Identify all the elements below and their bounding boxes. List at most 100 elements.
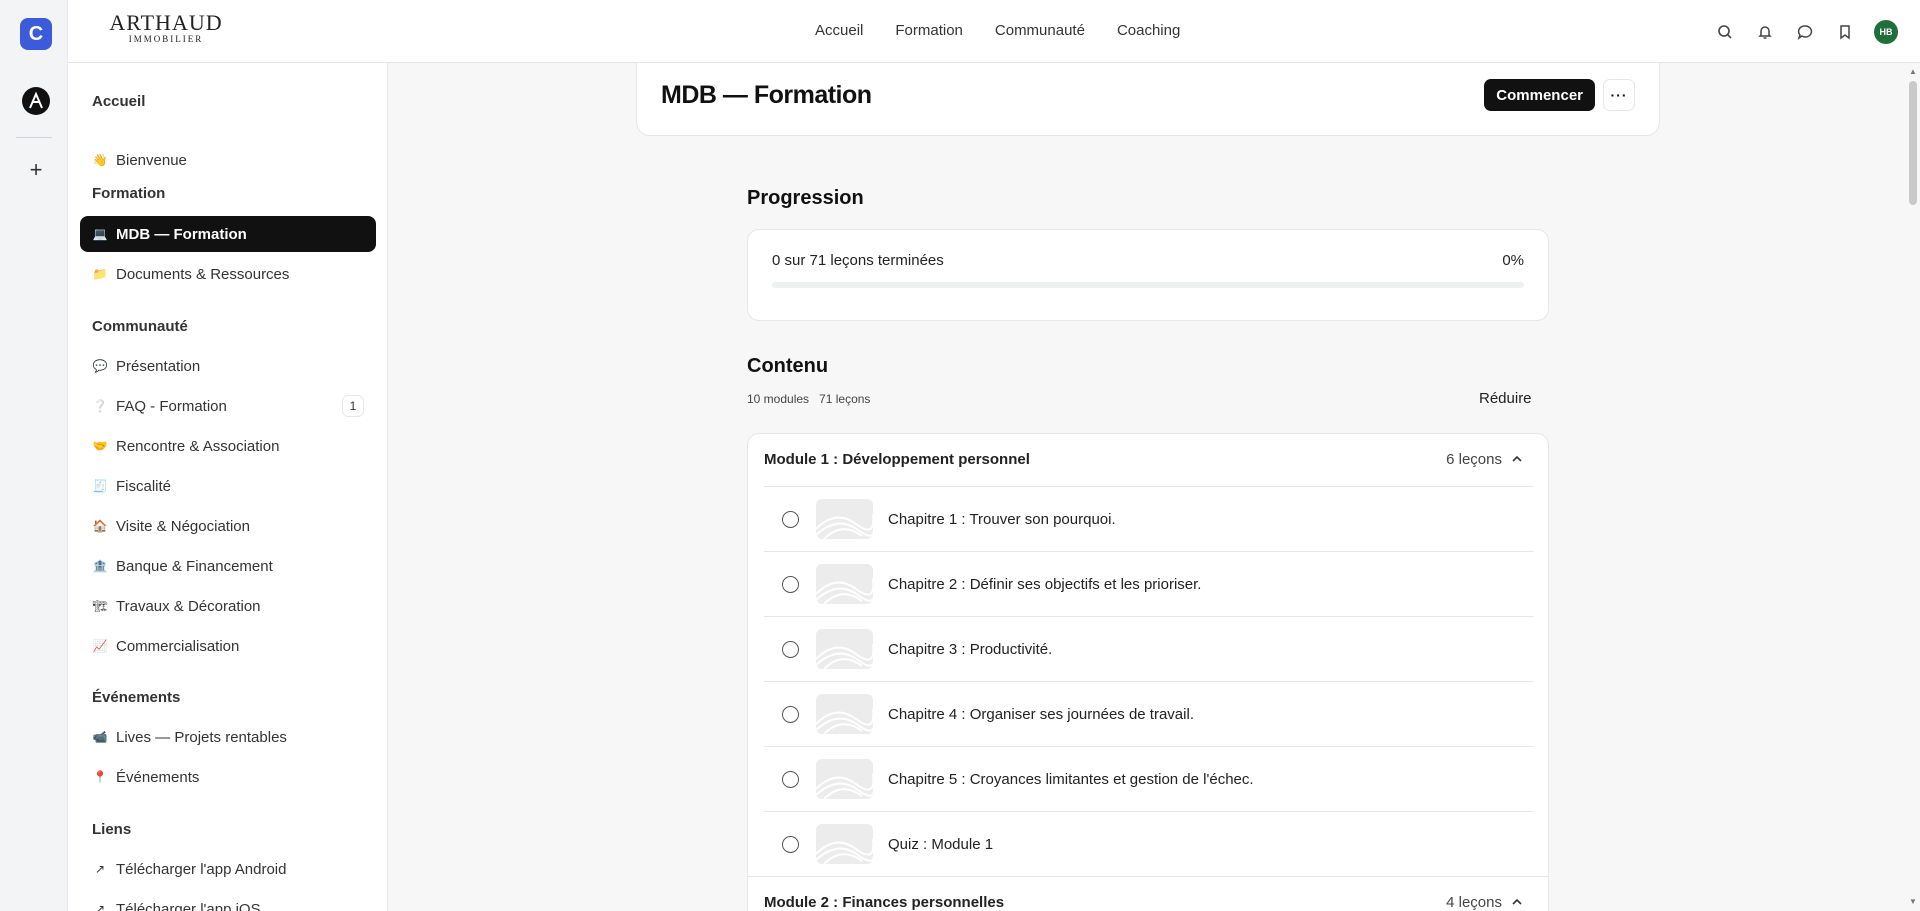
lesson-row[interactable]: Chapitre 5 : Croyances limitantes et ges… — [764, 746, 1534, 811]
sidebar-item-documents[interactable]: 📁 Documents & Ressources — [80, 256, 376, 292]
nav-communaute[interactable]: Communauté — [995, 22, 1085, 39]
search-icon[interactable] — [1714, 21, 1736, 43]
lesson-row[interactable]: Chapitre 4 : Organiser ses journées de t… — [764, 681, 1534, 746]
collapse-button[interactable]: Réduire — [1479, 390, 1532, 407]
arthaud-logo-icon — [29, 91, 43, 109]
module-title: Module 2 : Finances personnelles — [764, 894, 1005, 911]
sidebar-item-evenements[interactable]: 📍 Événements — [80, 759, 376, 795]
chat-icon[interactable] — [1794, 21, 1816, 43]
external-link-icon: ↗ — [94, 862, 106, 876]
module-lesson-count: 6 leçons — [1446, 451, 1502, 468]
unread-badge: 1 — [342, 395, 364, 417]
lesson-thumbnail — [816, 694, 873, 734]
sidebar-item-travaux[interactable]: 🏗 Travaux & Décoration — [80, 588, 376, 624]
page-scrollbar[interactable]: ▲ ▼ — [1906, 63, 1920, 911]
sidebar-item-label: Télécharger l'app iOS — [116, 900, 261, 911]
top-bar: ARTHAUD IMMOBILIER Accueil Formation Com… — [68, 0, 1920, 63]
lesson-title: Chapitre 1 : Trouver son pourquoi. — [888, 511, 1116, 528]
completion-radio[interactable] — [782, 511, 799, 528]
lesson-row[interactable]: Chapitre 1 : Trouver son pourquoi. — [764, 486, 1534, 551]
lesson-row[interactable]: Quiz : Module 1 — [764, 811, 1534, 876]
sidebar-item-label: Fiscalité — [116, 477, 172, 495]
sidebar-item-lives[interactable]: 📹 Lives — Projets rentables — [80, 719, 376, 755]
module-header[interactable]: Module 1 : Développement personnel 6 leç… — [748, 434, 1548, 486]
bookmark-icon[interactable] — [1834, 21, 1856, 43]
handshake-icon: 🤝 — [92, 439, 108, 453]
completion-radio[interactable] — [782, 771, 799, 788]
construction-icon: 🏗 — [92, 599, 108, 613]
sidebar-item-rencontre[interactable]: 🤝 Rencontre & Association — [80, 428, 376, 464]
receipt-icon: 🧾 — [92, 479, 108, 493]
speech-bubble-icon: 💬 — [92, 359, 108, 373]
modules-count: 10 modules — [747, 392, 810, 406]
wave-icon: 👋 — [92, 153, 108, 167]
content-meta: 10 modules 71 leçons — [747, 392, 870, 406]
sidebar-item-label: Banque & Financement — [116, 557, 273, 575]
lesson-title: Chapitre 4 : Organiser ses journées de t… — [888, 706, 1194, 723]
more-options-button[interactable]: ··· — [1603, 79, 1635, 111]
arthaud-app-icon[interactable] — [22, 87, 50, 115]
progress-bar — [772, 282, 1524, 288]
sidebar-item-banque[interactable]: 🏦 Banque & Financement — [80, 548, 376, 584]
sidebar-item-faq[interactable]: ❔ FAQ - Formation 1 — [80, 388, 376, 424]
lesson-title: Quiz : Module 1 — [888, 836, 994, 853]
lesson-title: Chapitre 5 : Croyances limitantes et ges… — [888, 771, 1254, 788]
chevron-up-icon — [1512, 455, 1522, 462]
sidebar-item-label: Lives — Projets rentables — [116, 728, 287, 746]
progress-card: 0 sur 71 leçons terminées 0% — [747, 229, 1549, 321]
lesson-row[interactable]: Chapitre 3 : Productivité. — [764, 616, 1534, 681]
sidebar-section-liens: Liens — [92, 821, 132, 838]
sidebar-item-label: Documents & Ressources — [116, 265, 290, 283]
completion-radio[interactable] — [782, 706, 799, 723]
module-lesson-count: 4 leçons — [1446, 894, 1502, 911]
sidebar-item-ios[interactable]: ↗ Télécharger l'app iOS — [80, 891, 376, 911]
course-title: MDB — Formation — [661, 81, 872, 109]
lesson-thumbnail — [816, 499, 873, 539]
sidebar-item-label: Travaux & Décoration — [116, 597, 261, 615]
rail-divider — [16, 137, 52, 138]
brand-logo[interactable]: ARTHAUD IMMOBILIER — [106, 12, 226, 45]
user-avatar[interactable]: HB — [1874, 20, 1898, 44]
scroll-up-arrow-icon[interactable]: ▲ — [1908, 67, 1918, 77]
sidebar-item-bienvenue[interactable]: 👋 Bienvenue — [80, 142, 376, 178]
modules-list: Module 1 : Développement personnel 6 leç… — [747, 433, 1549, 911]
sidebar-item-android[interactable]: ↗ Télécharger l'app Android — [80, 851, 376, 887]
external-link-icon: ↗ — [94, 902, 106, 911]
content-heading: Contenu — [747, 355, 829, 377]
house-icon: 🏠 — [92, 519, 108, 533]
bank-icon: 🏦 — [92, 559, 108, 573]
lesson-row[interactable]: Chapitre 2 : Définir ses objectifs et le… — [764, 551, 1534, 616]
video-camera-icon: 📹 — [92, 730, 108, 744]
app-rail: C + — [0, 0, 68, 911]
sidebar-item-label: FAQ - Formation — [116, 397, 227, 415]
scroll-down-arrow-icon[interactable]: ▼ — [1908, 897, 1918, 907]
community-app-icon[interactable]: C — [20, 18, 52, 50]
sidebar: Accueil 👋 Bienvenue Formation 💻 MDB — Fo… — [68, 63, 388, 911]
module-header[interactable]: Module 2 : Finances personnelles 4 leçon… — [748, 876, 1548, 911]
main-content: MDB — Formation Commencer ··· Progressio… — [388, 63, 1920, 911]
nav-accueil[interactable]: Accueil — [815, 22, 863, 39]
pin-icon: 📍 — [92, 770, 108, 784]
sidebar-item-visite[interactable]: 🏠 Visite & Négociation — [80, 508, 376, 544]
sidebar-section-accueil: Accueil — [92, 93, 146, 110]
completion-radio[interactable] — [782, 576, 799, 593]
nav-coaching[interactable]: Coaching — [1117, 22, 1180, 39]
completion-radio[interactable] — [782, 836, 799, 853]
start-button[interactable]: Commencer — [1484, 79, 1595, 111]
sidebar-item-label: Commercialisation — [116, 637, 240, 655]
sidebar-item-fiscalite[interactable]: 🧾 Fiscalité — [80, 468, 376, 504]
sidebar-item-mdb-formation[interactable]: 💻 MDB — Formation — [80, 216, 376, 252]
lesson-thumbnail — [816, 564, 873, 604]
sidebar-item-label: Présentation — [116, 357, 201, 375]
scrollbar-thumb[interactable] — [1909, 81, 1917, 205]
completion-radio[interactable] — [782, 641, 799, 658]
nav-formation[interactable]: Formation — [895, 22, 963, 39]
sidebar-section-evenements: Événements — [92, 689, 181, 706]
sidebar-item-commercialisation[interactable]: 📈 Commercialisation — [80, 628, 376, 664]
progress-percent: 0% — [1502, 252, 1524, 269]
add-app-icon[interactable]: + — [24, 158, 48, 182]
sidebar-item-presentation[interactable]: 💬 Présentation — [80, 348, 376, 384]
module-title: Module 1 : Développement personnel — [764, 451, 1030, 468]
bell-icon[interactable] — [1754, 21, 1776, 43]
lesson-thumbnail — [816, 824, 873, 864]
